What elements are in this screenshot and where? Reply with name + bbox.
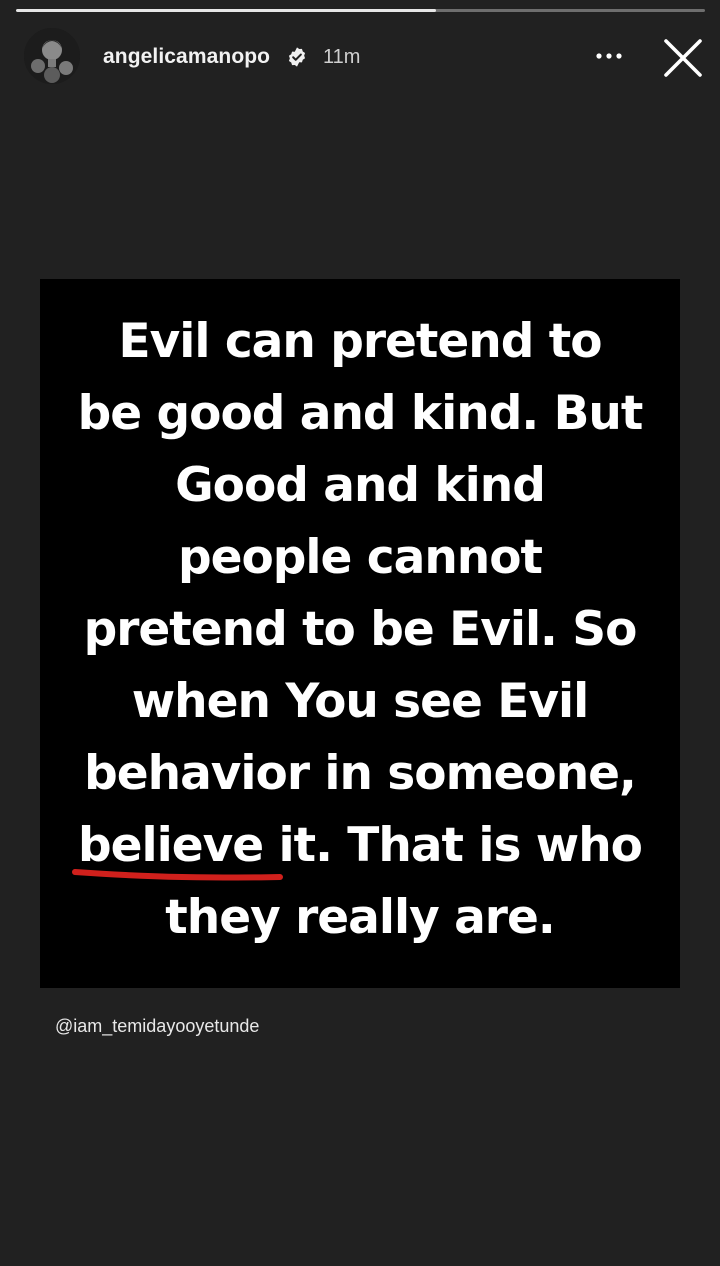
quote-line: people cannot	[177, 530, 543, 585]
quote-line: behavior in someone,	[84, 746, 637, 801]
close-icon[interactable]	[662, 37, 704, 79]
quote-line: Evil can pretend to	[118, 314, 603, 369]
story-timestamp: 11m	[323, 46, 361, 68]
story-progress-bar	[16, 9, 705, 12]
red-underline-mark	[72, 869, 283, 881]
verified-badge-icon	[288, 47, 306, 67]
quote-line: Good and kind	[175, 458, 546, 513]
avatar[interactable]	[24, 28, 80, 84]
quote-line: when You see Evil	[131, 674, 589, 729]
more-options-icon[interactable]	[591, 44, 627, 68]
quote-line: they really are.	[165, 890, 555, 945]
credit-handle[interactable]: @iam_temidayooyetunde	[55, 1014, 259, 1038]
quote-text: Evil can pretend to be good and kind. But…	[0, 306, 720, 954]
story-progress-fill	[16, 9, 437, 12]
username[interactable]: angelicamanopo	[103, 44, 270, 70]
quote-line: be good and kind. But	[77, 386, 644, 441]
quote-line: pretend to be Evil. So	[83, 602, 638, 657]
